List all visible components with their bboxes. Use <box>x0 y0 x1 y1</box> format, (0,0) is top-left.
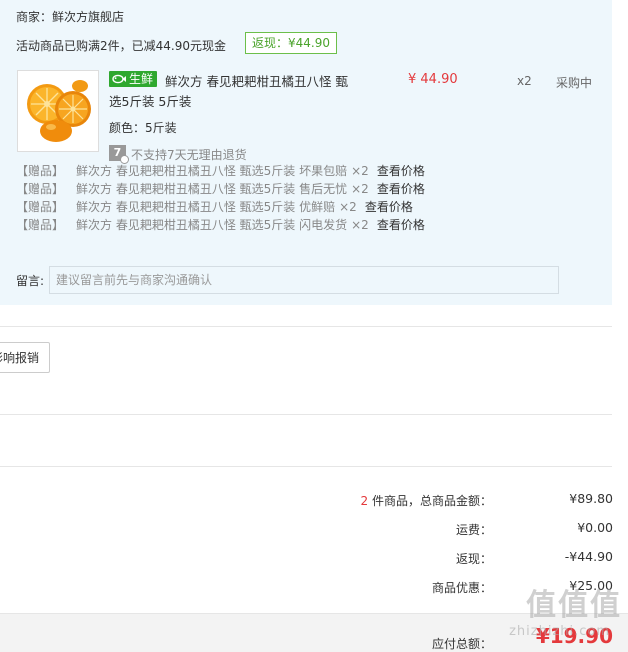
shipping-label: 运费： <box>455 523 492 537</box>
product-price: ¥ 44.90 <box>408 72 458 87</box>
orange-image <box>18 71 98 151</box>
gift-tag: 【赠品】 <box>16 218 65 232</box>
section-divider <box>0 326 612 327</box>
gift-qty: ×2 <box>339 200 357 214</box>
report-button[interactable]: 影响报销 <box>0 342 50 373</box>
fresh-badge-label: 生鲜 <box>129 72 154 86</box>
goods-total-value: ¥89.80 <box>569 491 613 506</box>
gift-tag: 【赠品】 <box>16 200 65 214</box>
gift-row: 【赠品】 鲜次方 春见耙耙柑丑橘丑八怪 甄选5斤装 优鲜赔 ×2 查看价格 <box>16 198 413 216</box>
product-title-line2[interactable]: 选5斤装 5斤装 <box>109 91 191 110</box>
product-image[interactable] <box>17 70 99 152</box>
promo-text: 活动商品已购满2件，已减44.90元现金 <box>16 39 226 53</box>
goods-total-label-text: 件商品，总商品金额： <box>368 494 492 508</box>
gift-tag: 【赠品】 <box>16 164 65 178</box>
section-divider <box>0 466 612 467</box>
order-panel: 商家：鲜次方旗舰店 活动商品已购满2件，已减44.90元现金 返现：¥44.90 <box>0 0 612 305</box>
watermark-url: zhizhizhi.com <box>509 624 610 639</box>
gift-row: 【赠品】 鲜次方 春见耙耙柑丑橘丑八怪 甄选5斤装 坏果包赔 ×2 查看价格 <box>16 162 425 180</box>
gift-row: 【赠品】 鲜次方 春见耙耙柑丑橘丑八怪 甄选5斤装 闪电发货 ×2 查看价格 <box>16 216 425 234</box>
no-return-icon: 7 <box>109 145 129 164</box>
gift-name[interactable]: 鲜次方 春见耙耙柑丑橘丑八怪 甄选5斤装 闪电发货 <box>76 218 347 232</box>
rebate-label: 返现： <box>455 552 492 566</box>
section-divider <box>0 414 612 415</box>
product-status: 采购中 <box>556 76 593 90</box>
gift-name[interactable]: 鲜次方 春见耙耙柑丑橘丑八怪 甄选5斤装 售后无忧 <box>76 182 347 196</box>
gift-name[interactable]: 鲜次方 春见耙耙柑丑橘丑八怪 甄选5斤装 优鲜赔 <box>76 200 335 214</box>
total-label: 应付总额： <box>431 637 492 651</box>
gift-name[interactable]: 鲜次方 春见耙耙柑丑橘丑八怪 甄选5斤装 坏果包赔 <box>76 164 347 178</box>
merchant-name[interactable]: 商家：鲜次方旗舰店 <box>16 8 124 25</box>
product-spec: 颜色：5斤装 <box>109 121 177 135</box>
discount-label: 商品优惠： <box>431 581 492 595</box>
gift-tag: 【赠品】 <box>16 182 65 196</box>
note-label: 留言: <box>16 274 45 288</box>
gift-qty: ×2 <box>351 218 369 232</box>
gift-price-link[interactable]: 查看价格 <box>377 218 425 232</box>
fish-icon <box>112 74 126 84</box>
shipping-value: ¥0.00 <box>577 520 613 535</box>
gift-qty: ×2 <box>351 164 369 178</box>
gift-qty: ×2 <box>351 182 369 196</box>
rebate-tag: 返现：¥44.90 <box>245 32 337 54</box>
watermark: 值值值 <box>526 588 622 623</box>
note-input[interactable] <box>49 266 559 294</box>
gift-price-link[interactable]: 查看价格 <box>377 164 425 178</box>
no-return-text: 不支持7天无理由退货 <box>131 148 247 162</box>
product-title-line1[interactable]: 鲜次方 春见耙耙柑丑橘丑八怪 甄 <box>165 71 348 90</box>
gift-price-link[interactable]: 查看价格 <box>365 200 413 214</box>
product-quantity: x2 <box>517 74 532 88</box>
rebate-value: -¥44.90 <box>564 549 613 564</box>
gift-price-link[interactable]: 查看价格 <box>377 182 425 196</box>
gift-row: 【赠品】 鲜次方 春见耙耙柑丑橘丑八怪 甄选5斤装 售后无忧 ×2 查看价格 <box>16 180 425 198</box>
goods-total-label: 2 件商品，总商品金额： <box>361 492 492 509</box>
fresh-badge: 生鲜 <box>109 71 158 87</box>
